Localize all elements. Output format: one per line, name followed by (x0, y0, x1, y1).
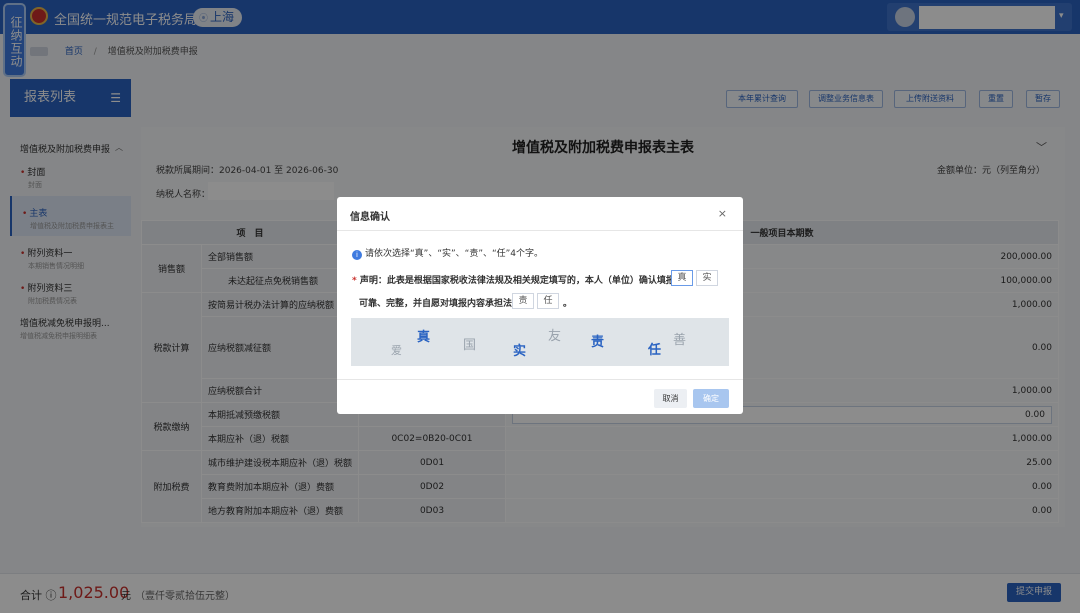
captcha-image[interactable]: 爱 真 国 实 友 责 任 善 (351, 318, 729, 366)
info-icon: i (352, 250, 362, 260)
char-slot-1[interactable]: 真 (671, 270, 693, 286)
captcha-char[interactable]: 任 (648, 339, 661, 358)
char-slot-3[interactable]: 责 (512, 293, 534, 309)
captcha-char[interactable]: 善 (673, 329, 686, 348)
captcha-char[interactable]: 国 (463, 334, 476, 353)
divider (337, 230, 743, 231)
dialog-title: 信息确认 (350, 212, 390, 223)
confirm-button[interactable]: 确定 (693, 389, 729, 408)
declaration-line-1: * 声明：此表是根据国家税收法律法规及相关规定填写的，本人（单位）确认填报内容 (352, 276, 693, 286)
declaration-end: 。 (563, 299, 573, 309)
dialog-instruction: i 请依次选择“真”、“实”、“责”、“任”4个字。 (352, 246, 543, 260)
captcha-char[interactable]: 友 (548, 325, 561, 344)
captcha-char[interactable]: 责 (591, 331, 604, 350)
declaration-line-2: 可靠、完整，并自愿对填报内容承担法律 (359, 299, 522, 309)
captcha-char[interactable]: 爱 (391, 342, 402, 358)
close-icon[interactable]: × (718, 207, 727, 220)
char-slot-4[interactable]: 任 (537, 293, 559, 309)
char-slot-2[interactable]: 实 (696, 270, 718, 286)
captcha-char[interactable]: 真 (417, 326, 430, 345)
captcha-char[interactable]: 实 (513, 340, 526, 359)
divider (337, 379, 743, 380)
confirm-dialog: 信息确认 × i 请依次选择“真”、“实”、“责”、“任”4个字。 * 声明：此表… (337, 197, 743, 414)
cancel-button[interactable]: 取消 (654, 389, 687, 408)
